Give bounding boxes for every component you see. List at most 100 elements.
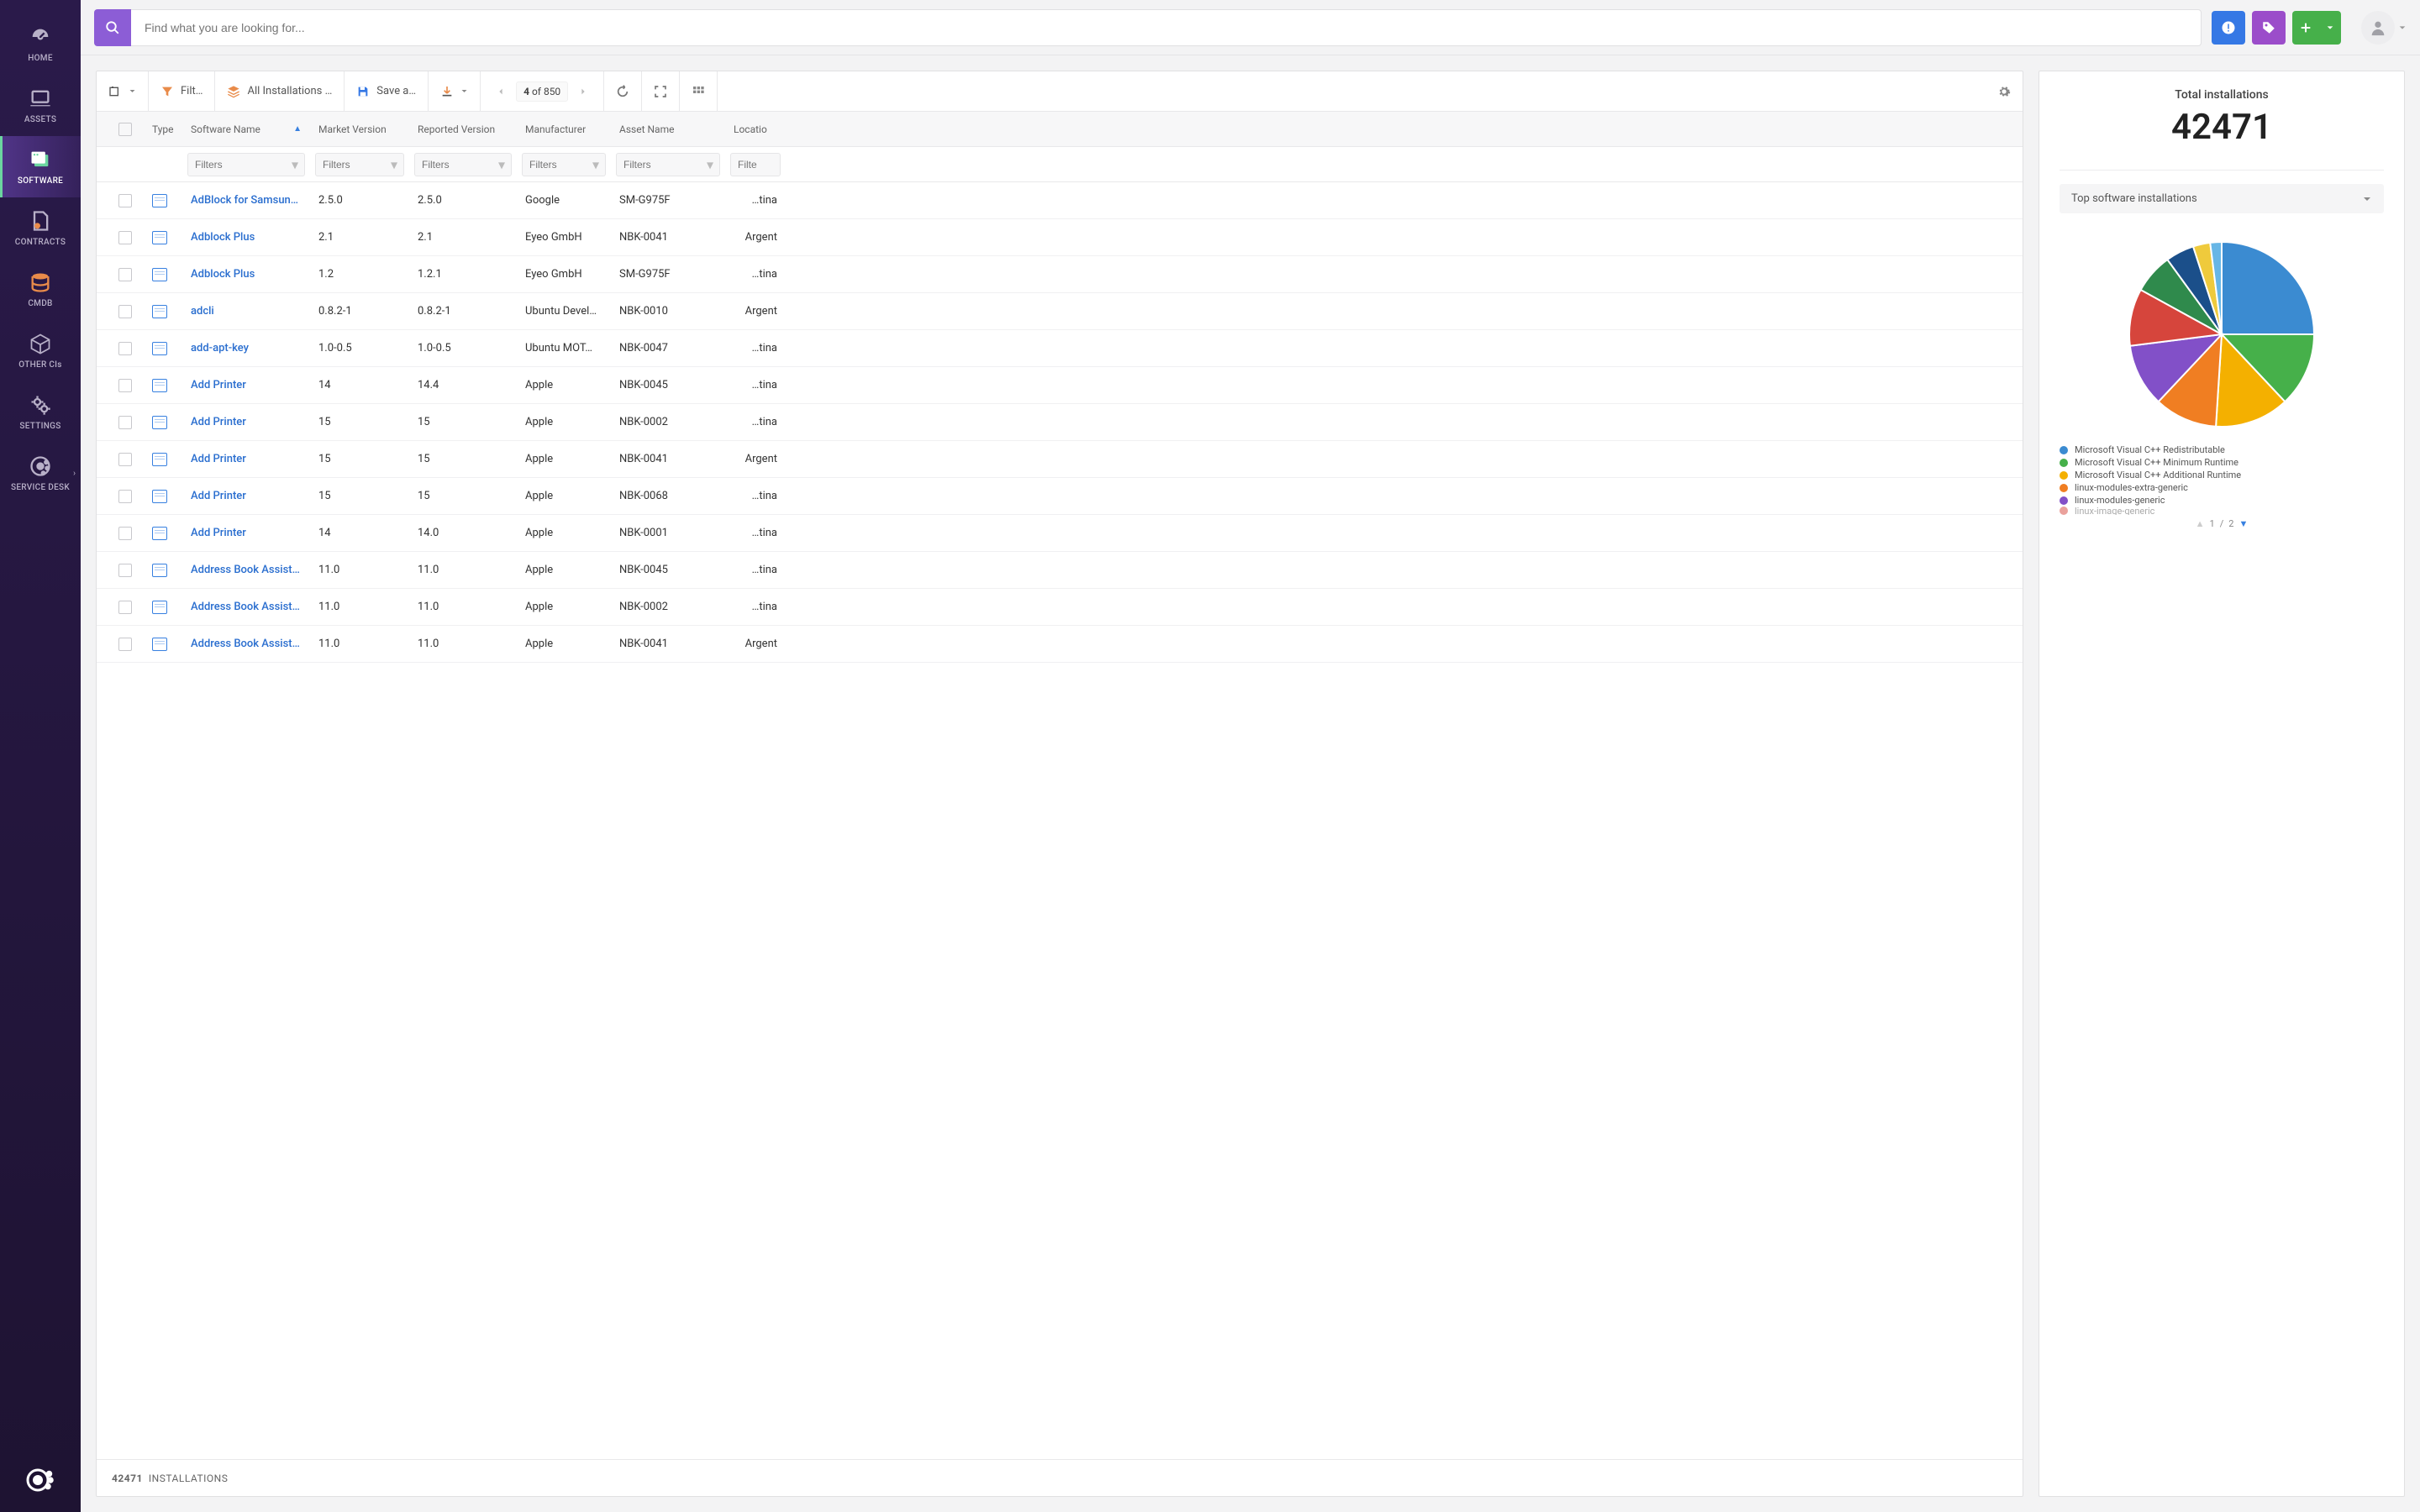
table-header: Type Software Name▲ Market Version Repor…: [97, 112, 2023, 147]
row-manufacturer: Eyeo GmbH: [517, 231, 611, 244]
filter-button[interactable]: Filt…: [149, 71, 215, 111]
row-checkbox[interactable]: [118, 379, 132, 392]
table-row[interactable]: Add Printer 15 15 Apple NBK-0041 Argent: [97, 441, 2023, 478]
settings-button[interactable]: [1986, 71, 2023, 111]
filter-asset[interactable]: [616, 153, 720, 176]
sidebar-item-software[interactable]: SOFTWARE: [0, 136, 81, 197]
pie-slice[interactable]: [2222, 242, 2314, 334]
col-location[interactable]: Locatio: [725, 123, 786, 135]
row-software-name[interactable]: Address Book Assista…: [182, 564, 310, 576]
row-location: …tina: [725, 342, 786, 354]
chart-dropdown[interactable]: Top software installations: [2060, 184, 2384, 213]
row-checkbox[interactable]: [118, 268, 132, 281]
fullscreen-button[interactable]: [642, 71, 680, 111]
row-asset-name: NBK-0041: [611, 231, 725, 244]
legend-item[interactable]: linux-modules-generic: [2060, 494, 2384, 507]
table-row[interactable]: Add Printer 14 14.4 Apple NBK-0045 …tina: [97, 367, 2023, 404]
user-avatar[interactable]: [2361, 11, 2395, 45]
add-button[interactable]: [2292, 11, 2341, 45]
table-row[interactable]: Address Book Assista… 11.0 11.0 Apple NB…: [97, 552, 2023, 589]
avatar-caret-icon[interactable]: [2398, 24, 2407, 32]
sidebar-item-cmdb[interactable]: CMDB: [0, 259, 81, 320]
row-software-name[interactable]: Address Book Assista…: [182, 638, 310, 650]
row-software-name[interactable]: Add Printer: [182, 527, 310, 539]
legend-item[interactable]: Microsoft Visual C++ Additional Runtime: [2060, 469, 2384, 481]
table-row[interactable]: adcli 0.8.2-1 0.8.2-1 Ubuntu Devel… NBK-…: [97, 293, 2023, 330]
pager-prev[interactable]: [492, 80, 509, 103]
row-checkbox[interactable]: [118, 601, 132, 614]
filter-market-version[interactable]: [315, 153, 404, 176]
row-software-name[interactable]: Adblock Plus: [182, 268, 310, 281]
row-software-name[interactable]: add-apt-key: [182, 342, 310, 354]
row-checkbox[interactable]: [118, 416, 132, 429]
alert-icon: [2221, 20, 2236, 35]
row-software-name[interactable]: Add Printer: [182, 490, 310, 502]
row-checkbox[interactable]: [118, 194, 132, 207]
col-manufacturer[interactable]: Manufacturer: [517, 123, 611, 135]
sidebar-item-settings[interactable]: SETTINGS: [0, 381, 81, 443]
row-software-name[interactable]: AdBlock for Samsung…: [182, 194, 310, 207]
search-button[interactable]: [94, 9, 131, 46]
row-checkbox[interactable]: [118, 490, 132, 503]
row-checkbox[interactable]: [118, 564, 132, 577]
col-market-version[interactable]: Market Version: [310, 123, 409, 135]
table-row[interactable]: Address Book Assista… 11.0 11.0 Apple NB…: [97, 589, 2023, 626]
row-software-name[interactable]: adcli: [182, 305, 310, 318]
col-type[interactable]: Type: [144, 123, 182, 135]
row-software-name[interactable]: Address Book Assista…: [182, 601, 310, 613]
table-row[interactable]: Adblock Plus 1.2 1.2.1 Eyeo GmbH SM-G975…: [97, 256, 2023, 293]
row-type-icon: [144, 305, 182, 318]
table-row[interactable]: Adblock Plus 2.1 2.1 Eyeo GmbH NBK-0041 …: [97, 219, 2023, 256]
table-row[interactable]: Add Printer 15 15 Apple NBK-0002 …tina: [97, 404, 2023, 441]
legend-item[interactable]: Microsoft Visual C++ Minimum Runtime: [2060, 456, 2384, 469]
row-checkbox[interactable]: [118, 638, 132, 651]
sidebar-item-home[interactable]: HOME: [0, 13, 81, 75]
grid-view-button[interactable]: [680, 71, 718, 111]
table-row[interactable]: Address Book Assista… 11.0 11.0 Apple NB…: [97, 626, 2023, 663]
pie-chart: [2121, 234, 2323, 435]
columns-icon: [108, 85, 122, 98]
row-software-name[interactable]: Adblock Plus: [182, 231, 310, 244]
search-input[interactable]: [131, 9, 2202, 46]
chart-dropdown-label: Top software installations: [2071, 192, 2197, 205]
sidebar-item-other-cis[interactable]: OTHER CIs: [0, 320, 81, 381]
sidebar-item-contracts[interactable]: CONTRACTS: [0, 197, 81, 259]
legend-item[interactable]: linux-modules-extra-generic: [2060, 481, 2384, 494]
kpi-value: 42471: [2060, 107, 2384, 148]
sidebar-item-assets[interactable]: ASSETS: [0, 75, 81, 136]
sidebar-item-service-desk[interactable]: SERVICE DESK›: [0, 443, 81, 504]
row-checkbox[interactable]: [118, 342, 132, 355]
legend-item[interactable]: Microsoft Visual C++ Redistributable: [2060, 444, 2384, 456]
filter-name[interactable]: [187, 153, 305, 176]
legend-next[interactable]: ▼: [2238, 518, 2248, 529]
refresh-button[interactable]: [604, 71, 642, 111]
save-button[interactable]: Save a…: [345, 71, 429, 111]
row-software-name[interactable]: Add Printer: [182, 416, 310, 428]
pager-next[interactable]: [575, 80, 592, 103]
row-software-name[interactable]: Add Printer: [182, 453, 310, 465]
row-market-version: 1.2: [310, 268, 409, 281]
row-type-icon: [144, 342, 182, 355]
installations-filter[interactable]: All Installations …: [215, 71, 345, 111]
table-row[interactable]: Add Printer 15 15 Apple NBK-0068 …tina: [97, 478, 2023, 515]
select-all-checkbox[interactable]: [118, 123, 132, 136]
filter-location[interactable]: [730, 153, 781, 176]
row-software-name[interactable]: Add Printer: [182, 379, 310, 391]
row-checkbox[interactable]: [118, 305, 132, 318]
table-row[interactable]: Add Printer 14 14.0 Apple NBK-0001 …tina: [97, 515, 2023, 552]
filter-manufacturer[interactable]: [522, 153, 606, 176]
table-row[interactable]: add-apt-key 1.0-0.5 1.0-0.5 Ubuntu MOT… …: [97, 330, 2023, 367]
download-menu[interactable]: [429, 71, 481, 111]
table-row[interactable]: AdBlock for Samsung… 2.5.0 2.5.0 Google …: [97, 182, 2023, 219]
col-software-name[interactable]: Software Name▲: [182, 123, 310, 135]
columns-menu[interactable]: [97, 71, 149, 111]
col-reported-version[interactable]: Reported Version: [409, 123, 517, 135]
tag-button[interactable]: [2252, 11, 2286, 45]
col-asset-name[interactable]: Asset Name: [611, 123, 725, 135]
row-checkbox[interactable]: [118, 453, 132, 466]
alert-button[interactable]: [2212, 11, 2245, 45]
row-checkbox[interactable]: [118, 231, 132, 244]
filter-reported-version[interactable]: [414, 153, 512, 176]
row-checkbox[interactable]: [118, 527, 132, 540]
legend-prev[interactable]: ▲: [2196, 518, 2205, 529]
